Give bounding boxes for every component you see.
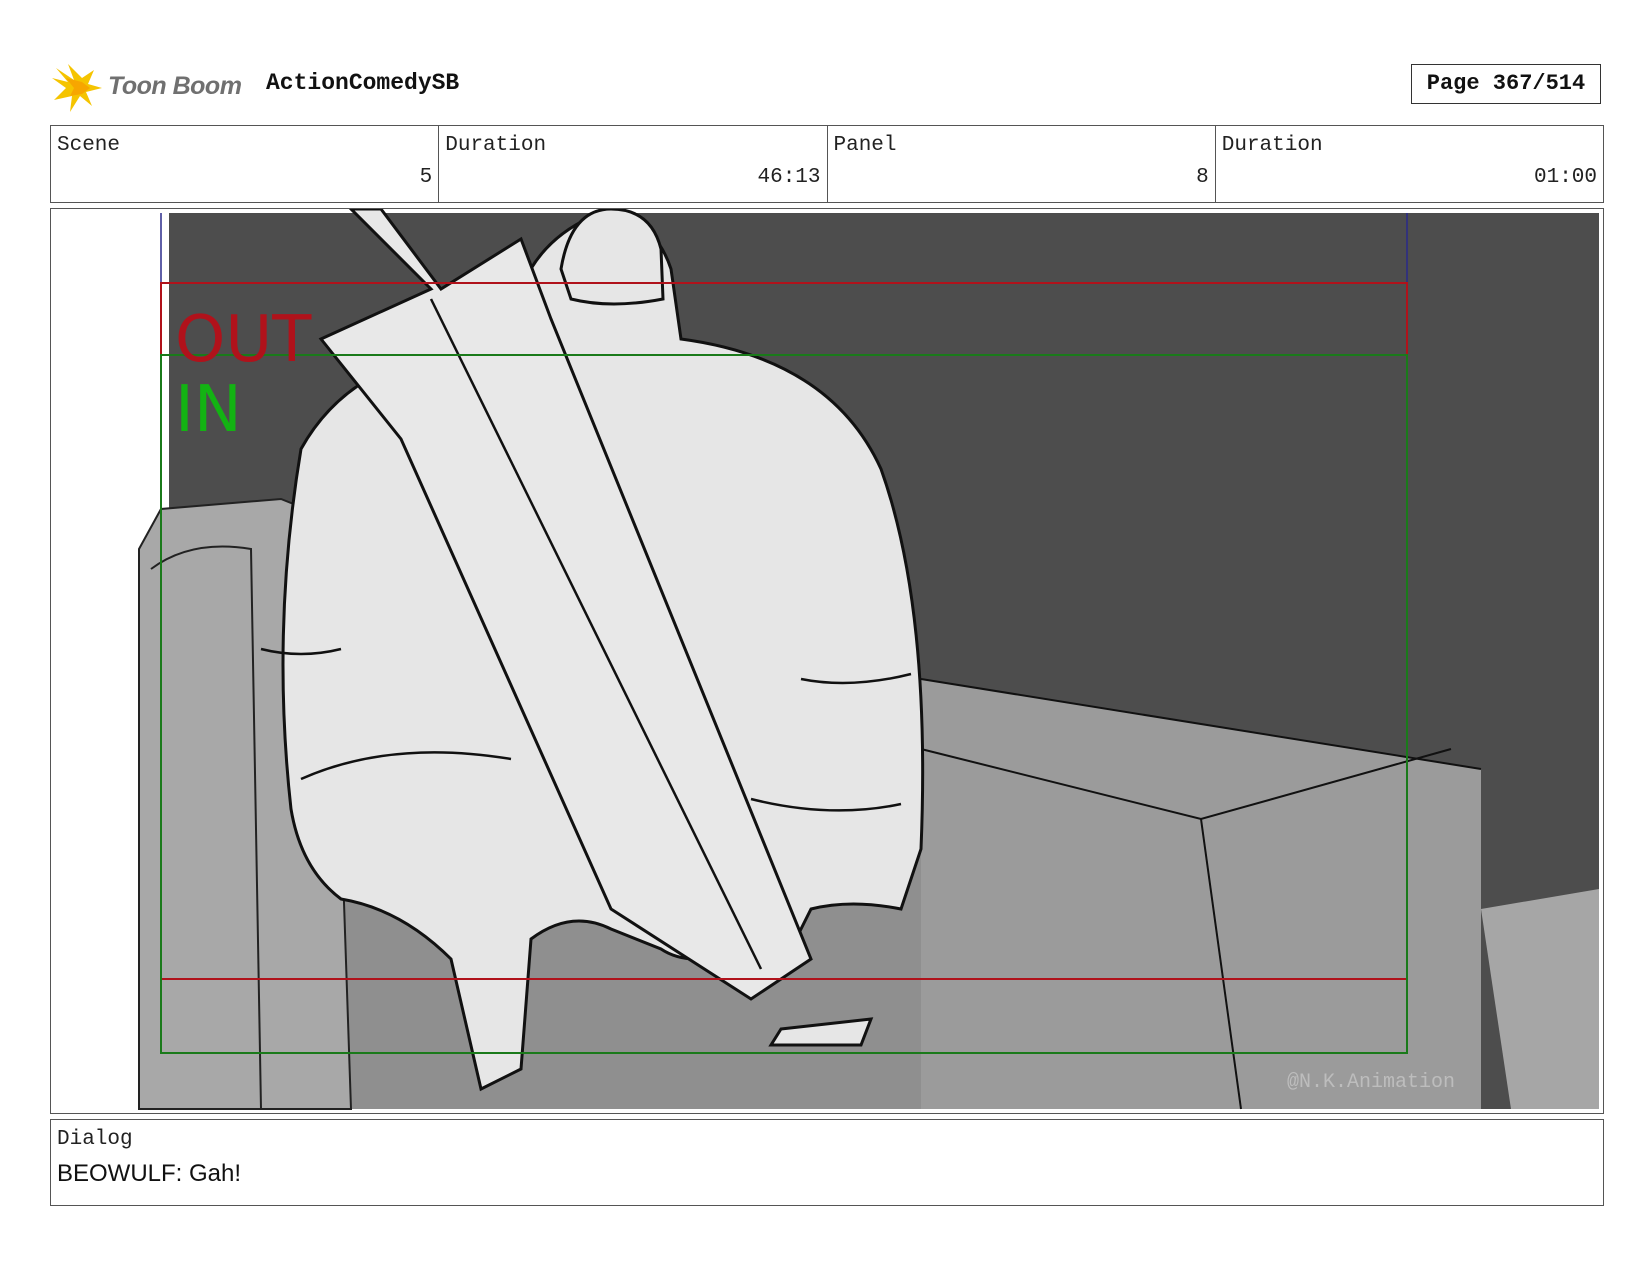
- toon-boom-logo: Toon Boom: [52, 60, 252, 116]
- starburst-icon: [52, 64, 102, 112]
- scene-cell: Scene 5: [51, 126, 440, 202]
- storyboard-panel: OUT IN @N.K.Animation: [50, 208, 1604, 1114]
- page-indicator: Page 367/514: [1411, 64, 1601, 104]
- brand-name: Toon Boom: [108, 72, 242, 100]
- scene-info-row: Scene 5 Duration 46:13 Panel 8 Duration …: [50, 125, 1604, 203]
- dialog-label: Dialog: [57, 1128, 133, 1151]
- scene-label: Scene: [57, 134, 121, 157]
- scene-value: 5: [419, 166, 433, 189]
- project-title: ActionComedySB: [266, 70, 460, 96]
- scene-duration-cell: Duration 46:13: [439, 126, 828, 202]
- panel-label: Panel: [833, 134, 897, 157]
- watermark: @N.K.Animation: [1287, 1071, 1456, 1094]
- panel-drawing: OUT IN: [138, 209, 1599, 1110]
- scene-duration-value: 46:13: [757, 166, 821, 189]
- dialog-text: BEOWULF: Gah!: [57, 1160, 242, 1187]
- panel-duration-cell: Duration 01:00: [1216, 126, 1603, 202]
- scene-duration-label: Duration: [445, 134, 547, 157]
- panel-value: 8: [1196, 166, 1209, 189]
- dialog-box: Dialog BEOWULF: Gah!: [50, 1119, 1604, 1206]
- in-label: IN: [175, 373, 242, 447]
- panel-duration-value: 01:00: [1533, 166, 1597, 189]
- out-label: OUT: [175, 303, 312, 377]
- storyboard-header: Toon Boom ActionComedySB Page 367/514: [52, 56, 1602, 116]
- panel-duration-label: Duration: [1221, 134, 1323, 157]
- panel-cell: Panel 8: [828, 126, 1216, 202]
